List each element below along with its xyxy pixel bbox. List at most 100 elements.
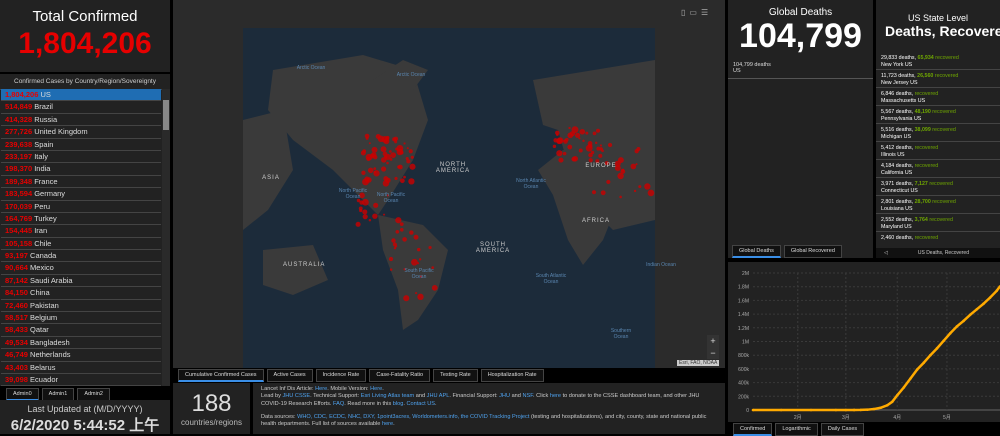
country-row[interactable]: 43,403 Belarus bbox=[1, 362, 161, 374]
state-name: New York US bbox=[881, 61, 913, 68]
country-row[interactable]: 183,594 Germany bbox=[1, 188, 161, 201]
world-map[interactable]: Arctic Ocean Arctic Ocean NORTH AMERICA EUR… bbox=[173, 0, 725, 368]
tab-cumulative-confirmed[interactable]: Cumulative Confirmed Cases bbox=[178, 369, 264, 382]
country-row[interactable]: 239,638 Spain bbox=[1, 139, 161, 151]
country-row[interactable]: 277,726 United Kingdom bbox=[1, 126, 161, 139]
country-row[interactable]: 84,150 China bbox=[1, 287, 161, 300]
state-recovered: 38,099 bbox=[914, 127, 931, 133]
tab-global-recovered[interactable]: Global Recovered bbox=[783, 245, 842, 258]
state-deaths: 5,412 deaths, bbox=[881, 145, 914, 151]
zoom-out-button[interactable]: − bbox=[707, 347, 719, 359]
faq-link[interactable]: FAQ bbox=[333, 401, 344, 407]
contact-link[interactable]: Contact US bbox=[406, 401, 435, 407]
country-count: 170,039 bbox=[5, 201, 33, 211]
donate-link[interactable]: here bbox=[550, 393, 561, 399]
nsf-link[interactable]: NSF bbox=[522, 393, 533, 399]
tab-global-deaths[interactable]: Global Deaths bbox=[732, 245, 781, 258]
tab-active-cases[interactable]: Active Cases bbox=[266, 369, 313, 382]
case-dot bbox=[563, 139, 566, 143]
us-state-row[interactable]: 11,723 deaths, 26,560 recovered New Jerse… bbox=[876, 70, 1000, 88]
country-row[interactable]: 90,664 Mexico bbox=[1, 262, 161, 275]
tab-hospitalization-rate[interactable]: Hospitalization Rate bbox=[480, 369, 544, 382]
blog-link[interactable]: blog bbox=[393, 401, 404, 407]
state-recovered: 28,700 bbox=[914, 199, 931, 205]
us-state-row[interactable]: 5,516 deaths, 38,099 recovered Michigan U… bbox=[876, 124, 1000, 142]
country-row[interactable]: 414,328 Russia bbox=[1, 114, 161, 127]
case-dot bbox=[552, 144, 557, 149]
case-dot bbox=[385, 136, 390, 141]
global-deaths-value: 104,799 bbox=[739, 17, 862, 55]
case-dot bbox=[428, 245, 432, 250]
map-label: Arctic Ocean bbox=[396, 72, 426, 78]
country-row[interactable]: 170,039 Peru bbox=[1, 201, 161, 213]
case-dot bbox=[647, 189, 655, 197]
data-point bbox=[852, 408, 856, 412]
lancet-link[interactable]: Here bbox=[315, 386, 327, 392]
country-row[interactable]: 46,749 Netherlands bbox=[1, 349, 161, 362]
country-list-scrollbar[interactable] bbox=[162, 89, 170, 386]
us-state-row[interactable]: 2,552 deaths, 3,764 recovered Maryland US bbox=[876, 214, 1000, 232]
prev-icon[interactable]: ◁ bbox=[884, 250, 888, 256]
country-row[interactable]: 164,769 Turkey bbox=[1, 213, 161, 226]
case-dot bbox=[416, 247, 421, 252]
map-attribution: Esri, FAO, NOAA bbox=[677, 360, 720, 366]
y-tick-label: 1M bbox=[742, 340, 749, 346]
country-row[interactable]: 514,849 Brazil bbox=[1, 101, 161, 114]
country-row[interactable]: 105,158 Chile bbox=[1, 238, 161, 251]
tab-confirmed[interactable]: Confirmed bbox=[733, 423, 773, 436]
jhu-link[interactable]: JHU bbox=[499, 393, 510, 399]
mobile-link[interactable]: Here bbox=[370, 386, 382, 392]
case-dot bbox=[562, 151, 567, 156]
tab-daily-cases[interactable]: Daily Cases bbox=[820, 423, 865, 436]
country-row[interactable]: 154,445 Iran bbox=[1, 225, 161, 238]
country-row[interactable]: 233,197 Italy bbox=[1, 151, 161, 164]
sources-list-link[interactable]: here bbox=[382, 421, 393, 427]
zoom-in-button[interactable]: + bbox=[707, 335, 719, 347]
info-text: . bbox=[382, 386, 384, 392]
jhu-csse-link[interactable]: JHU CSSE bbox=[282, 393, 310, 399]
us-state-row[interactable]: 5,412 deaths, recovered Illinois US bbox=[876, 142, 1000, 160]
case-dot bbox=[633, 189, 637, 193]
jhu-apl-link[interactable]: JHU APL bbox=[427, 393, 450, 399]
tab-case-fatality[interactable]: Case-Fatality Ratio bbox=[369, 369, 431, 382]
country-row[interactable]: 93,197 Canada bbox=[1, 250, 161, 263]
country-name: Peru bbox=[34, 201, 51, 211]
case-dot bbox=[591, 190, 597, 195]
country-row[interactable]: 87,142 Saudi Arabia bbox=[1, 275, 161, 288]
country-row[interactable]: 72,460 Pakistan bbox=[1, 300, 161, 313]
x-tick-label: 3月 bbox=[842, 415, 850, 421]
us-state-row[interactable]: 5,567 deaths, 48,190 recovered Pennsylvan… bbox=[876, 106, 1000, 124]
us-state-row[interactable]: 3,971 deaths, 7,127 recovered Connecticut… bbox=[876, 178, 1000, 196]
data-sources-links[interactable]: WHO, CDC, ECDC, NHC, DXY, 1point3acres, … bbox=[297, 414, 529, 420]
us-state-row[interactable]: 4,184 deaths, recovered California US bbox=[876, 160, 1000, 178]
y-tick-label: 1.4M bbox=[738, 312, 749, 318]
data-point bbox=[929, 353, 932, 357]
us-state-row[interactable]: 2,801 deaths, 28,700 recovered Louisiana … bbox=[876, 196, 1000, 214]
countries-count-label: countries/regions bbox=[181, 418, 242, 427]
country-row[interactable]: 58,517 Belgium bbox=[1, 312, 161, 325]
tab-incidence-rate[interactable]: Incidence Rate bbox=[315, 369, 367, 382]
us-state-row[interactable]: 29,833 deaths, 65,934 recovered New York … bbox=[876, 52, 1000, 70]
country-count: 84,150 bbox=[5, 288, 28, 298]
map-toolbar-icons[interactable]: ▯▭☰ bbox=[681, 8, 712, 17]
us-state-row[interactable]: 6,846 deaths, recovered Massachusetts US bbox=[876, 88, 1000, 106]
state-deaths: 2,552 deaths, bbox=[881, 217, 914, 223]
country-row[interactable]: 198,370 India bbox=[1, 163, 161, 176]
case-dot bbox=[431, 284, 438, 291]
esri-link[interactable]: Esri Living Atlas team bbox=[361, 393, 414, 399]
tab-logarithmic[interactable]: Logarithmic bbox=[775, 423, 818, 436]
us-state-panel: US State Level Deaths, Recovered 29,833 … bbox=[876, 0, 1000, 258]
country-row[interactable]: 189,348 France bbox=[1, 176, 161, 189]
case-dot bbox=[361, 170, 366, 175]
data-point bbox=[779, 408, 783, 412]
case-dot bbox=[380, 166, 387, 172]
country-row[interactable]: 58,433 Qatar bbox=[1, 324, 161, 337]
tab-testing-rate[interactable]: Testing Rate bbox=[433, 369, 478, 382]
country-row[interactable]: 39,098 Ecuador bbox=[1, 374, 161, 386]
country-row[interactable]: 1,804,206 US bbox=[1, 89, 161, 102]
country-name: Belarus bbox=[30, 362, 56, 372]
case-dot bbox=[558, 157, 564, 163]
country-row[interactable]: 49,534 Bangladesh bbox=[1, 337, 161, 350]
country-count: 58,433 bbox=[5, 325, 28, 335]
global-deaths-item[interactable]: 104,799 deaths US bbox=[728, 54, 873, 79]
